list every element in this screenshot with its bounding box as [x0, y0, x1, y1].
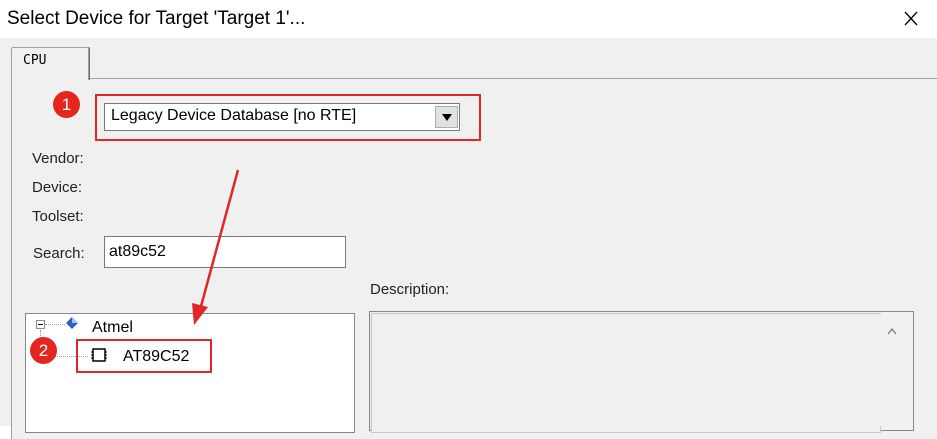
tree-item-atmel[interactable]: Atmel: [92, 319, 133, 337]
vendor-label: Vendor:: [32, 150, 84, 167]
device-label: Device:: [32, 179, 83, 196]
toolset-label: Toolset:: [32, 208, 84, 225]
close-button[interactable]: [895, 6, 927, 32]
window-title: Select Device for Target 'Target 1'...: [7, 8, 306, 29]
search-label: Search:: [33, 245, 85, 262]
annotation-arrow: [180, 165, 250, 335]
scroll-up-icon[interactable]: [887, 324, 897, 335]
tree-connector: [45, 324, 65, 325]
tab-cpu-label: CPU: [23, 53, 47, 68]
description-content: [371, 313, 881, 433]
annotation-box-2: [76, 339, 212, 373]
annotation-box-1: [95, 94, 481, 141]
close-icon: [904, 11, 918, 26]
annotation-marker-2: 2: [30, 337, 57, 364]
collapse-toggle[interactable]: [36, 320, 45, 329]
annotation-marker-1: 1: [53, 91, 80, 118]
description-label: Description:: [370, 281, 450, 298]
diamond-vendor-icon: [65, 316, 79, 335]
